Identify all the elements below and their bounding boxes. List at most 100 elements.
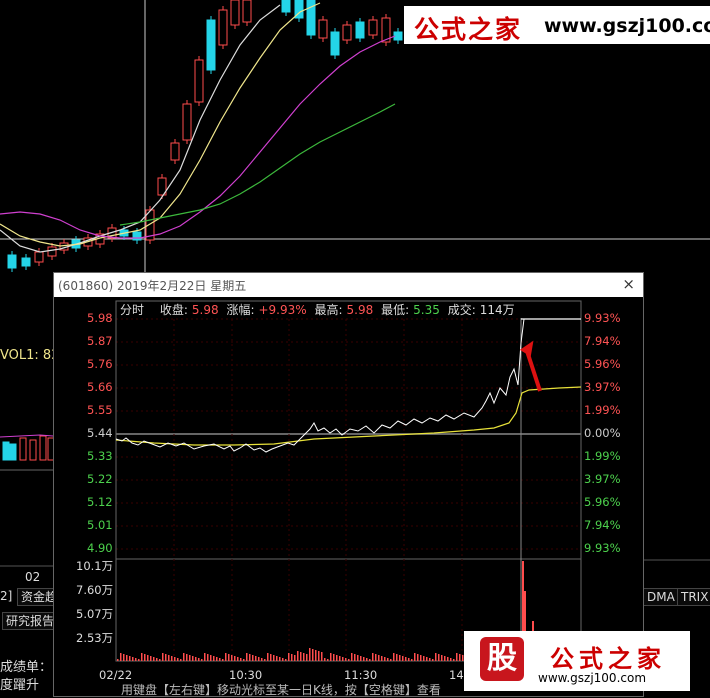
volume-bar — [423, 656, 425, 661]
volume-bar — [309, 648, 311, 661]
candle-body — [242, 0, 252, 23]
volume-bar — [258, 657, 260, 661]
volume-bar — [240, 658, 242, 661]
volume-bar — [327, 659, 329, 661]
volume-bar — [381, 656, 383, 661]
volume-bar — [141, 653, 143, 661]
volume-bar — [432, 659, 434, 661]
volume-bar — [414, 653, 416, 661]
volume-bar — [255, 656, 257, 661]
volume-bar — [29, 439, 37, 461]
volume-bar — [393, 653, 395, 661]
volume-bar — [135, 658, 137, 661]
volume-bar — [210, 655, 212, 661]
price-tick-1: 5.87 — [87, 334, 113, 348]
volume-bar — [420, 655, 422, 661]
volume-bar — [300, 652, 302, 661]
tab-trix[interactable]: TRIX — [677, 588, 710, 606]
volume-bar — [150, 656, 152, 661]
chart-border — [115, 300, 582, 662]
volume-bar — [435, 653, 437, 661]
volume-bar — [387, 658, 389, 661]
volume-bar — [396, 654, 398, 661]
volume-bar — [117, 659, 119, 661]
volume-bar — [168, 655, 170, 661]
volume-bar — [261, 658, 263, 661]
volume-bar — [342, 657, 344, 661]
volume-bar — [408, 658, 410, 661]
candle-body — [21, 257, 31, 267]
candle-body — [355, 21, 365, 39]
volume-bar — [294, 655, 296, 661]
percent-tick-3: 3.97% — [584, 380, 621, 394]
candle-body — [330, 31, 340, 56]
status-bar-hint: 用键盘【左右键】移动光标至某一日K线，按【空格键】查看 — [121, 683, 441, 697]
percent-tick-7: 3.97% — [584, 472, 621, 486]
price-tick-9: 5.01 — [87, 518, 113, 532]
volume-bar — [192, 656, 194, 661]
time-tick-1: 10:30 — [229, 668, 263, 682]
volume-bar — [318, 651, 320, 661]
volume-bar — [156, 658, 158, 661]
bracket-label: 2] — [0, 589, 13, 603]
price-tick-3: 5.66 — [87, 380, 113, 394]
volume-bar — [447, 657, 449, 661]
volume-bar — [360, 656, 362, 661]
volume-bar — [330, 653, 332, 661]
candle-body — [206, 19, 216, 71]
volume-bar — [291, 654, 293, 661]
volume-bar — [126, 655, 128, 661]
volume-bar — [249, 654, 251, 661]
tab-dma[interactable]: DMA — [643, 588, 679, 606]
volume-bar — [165, 654, 167, 661]
percent-tick-1: 7.94% — [584, 334, 621, 348]
price-tick-2: 5.76 — [87, 357, 113, 371]
volume-bar — [189, 655, 191, 661]
volume-bar — [411, 659, 413, 661]
volume-bar — [369, 659, 371, 661]
volume-bar — [162, 653, 164, 661]
volume-bar — [132, 657, 134, 661]
volume-bar — [315, 650, 317, 661]
price-line — [115, 318, 581, 453]
candle-body — [281, 0, 291, 13]
price-tick-7: 5.22 — [87, 472, 113, 486]
volume-bar — [234, 656, 236, 661]
volume-bar — [438, 654, 440, 661]
volume-bar — [207, 654, 209, 661]
price-tick-4: 5.55 — [87, 403, 113, 417]
volume-bar — [426, 657, 428, 661]
volume-bar — [144, 654, 146, 661]
volume-bar — [270, 654, 272, 661]
volume-bar — [201, 659, 203, 661]
volume-bar — [123, 654, 125, 661]
volume-bar — [282, 658, 284, 661]
percent-tick-2: 5.96% — [584, 357, 621, 371]
time-tick-2: 11:30 — [344, 668, 378, 682]
candle-body — [7, 254, 17, 269]
volume-bar — [390, 659, 392, 661]
volume-bar — [366, 658, 368, 661]
price-tick-0: 5.98 — [87, 311, 113, 325]
ma-line-yellow — [0, 2, 321, 247]
watermark-url: www.gszj100.com — [544, 15, 710, 37]
volume-bar — [297, 651, 299, 661]
price-tick-10: 4.90 — [87, 541, 113, 555]
volume-bar — [405, 657, 407, 661]
volume-bar — [333, 654, 335, 661]
research-report-tab[interactable]: 研究报告 — [2, 612, 59, 630]
ma-line-green — [119, 103, 396, 226]
volume-bar — [147, 655, 149, 661]
price-tick-5: 5.44 — [87, 426, 113, 440]
percent-tick-5: 0.00% — [584, 426, 621, 440]
watermark-seal: 股 — [480, 637, 524, 681]
volume-bar — [264, 659, 266, 661]
volume-bar — [174, 657, 176, 661]
volume-bar — [273, 655, 275, 661]
candle-body — [393, 31, 403, 41]
candle-body — [218, 9, 228, 46]
volume-bar — [417, 654, 419, 661]
volume-bar — [459, 654, 461, 661]
volume-bar — [159, 659, 161, 661]
volume-bar — [303, 653, 305, 661]
